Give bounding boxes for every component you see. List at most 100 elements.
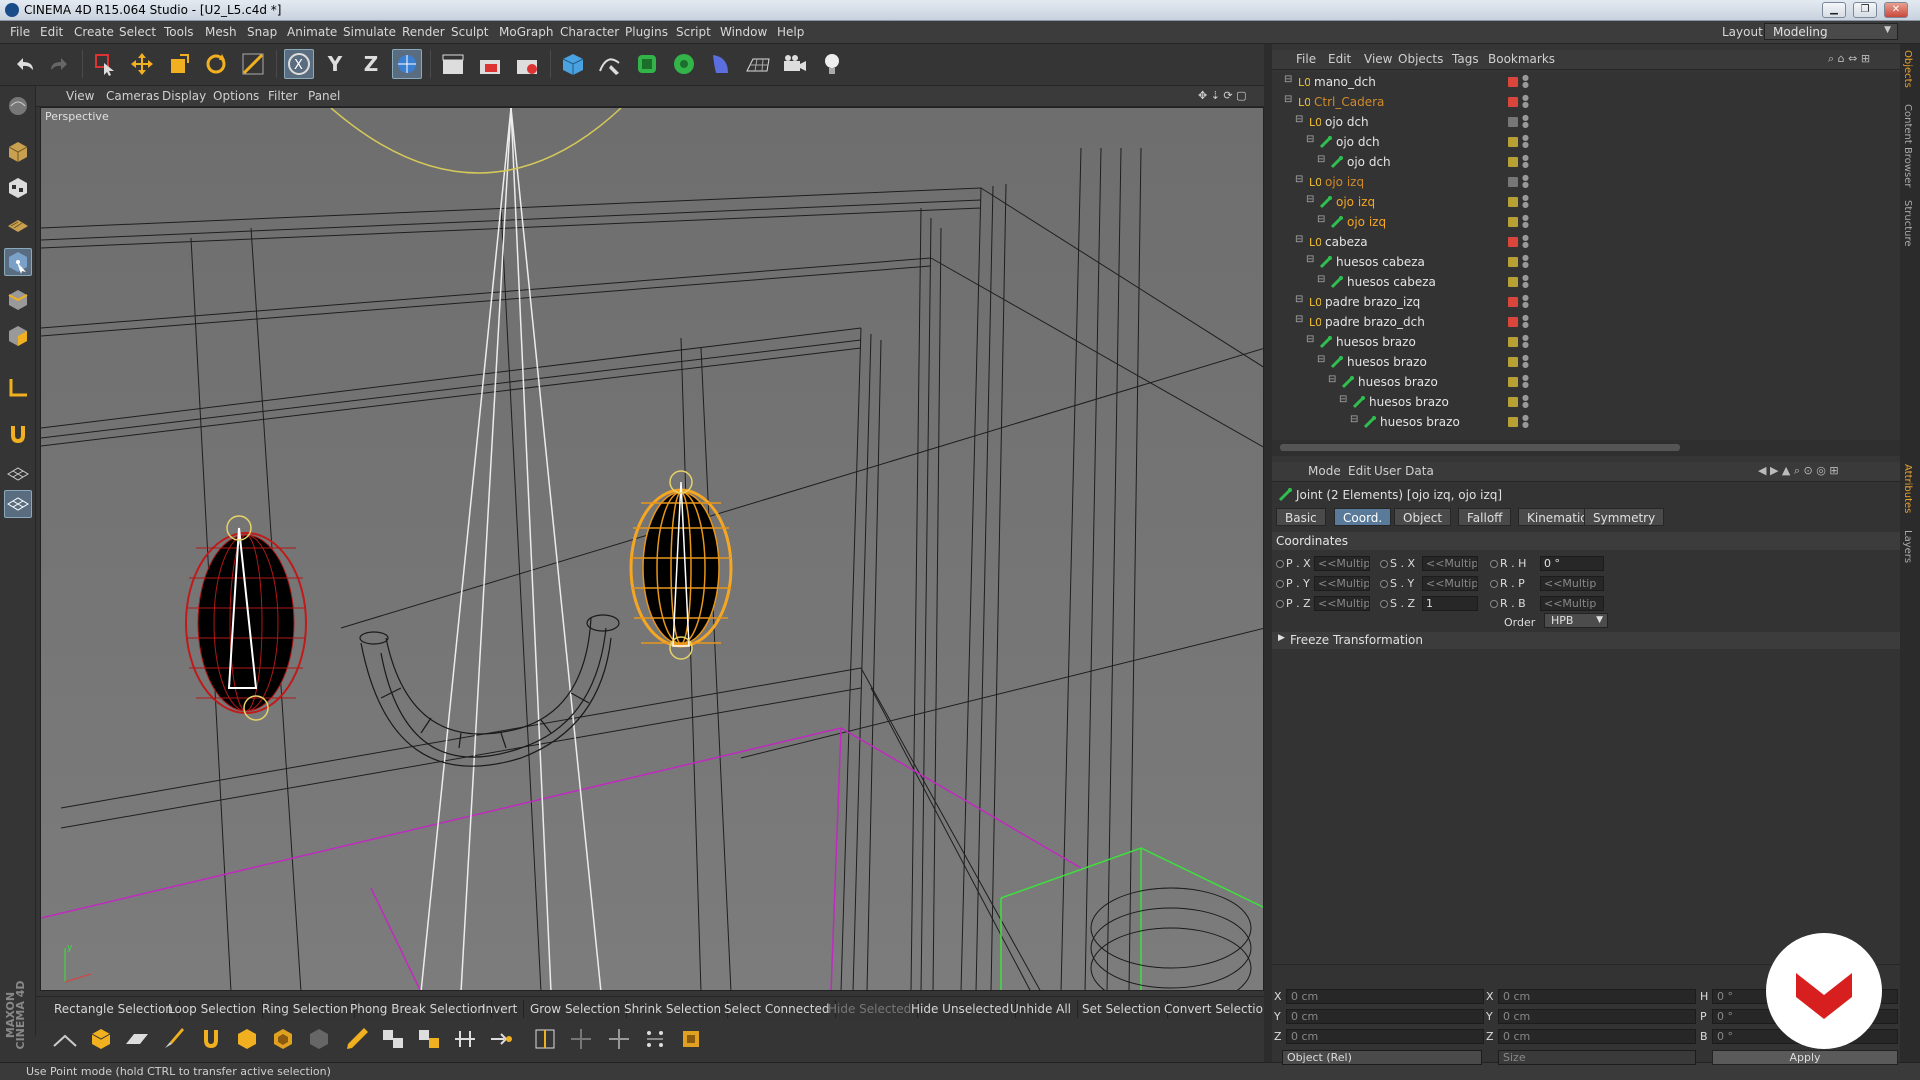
pz-animate-toggle[interactable] [1276,600,1284,608]
tree-row[interactable]: ⊟ L0 cabeza ● ● [1272,232,1890,252]
menu-tools[interactable]: Tools [164,25,194,39]
weld-button[interactable] [486,1024,516,1054]
rectangle-selection-button[interactable]: Rectangle Selection [48,1000,180,1018]
layer-color-swatch[interactable] [1508,297,1518,307]
expand-toggle-icon[interactable]: ⊟ [1284,94,1292,105]
menu-snap[interactable]: Snap [247,25,277,39]
slide-button[interactable] [450,1024,480,1054]
polygon-group-button[interactable] [676,1024,706,1054]
bevel-button[interactable] [232,1024,262,1054]
floor-button[interactable] [743,49,773,79]
unhide-all-button[interactable]: Unhide All [1004,1000,1079,1018]
menu-plugins[interactable]: Plugins [625,25,668,39]
visibility-dots-icon[interactable]: ● ● [1522,254,1529,269]
cloner-button[interactable] [669,49,699,79]
layer-color-swatch[interactable] [1508,257,1518,267]
visibility-dots-icon[interactable]: ● ● [1522,94,1529,109]
cm-mode-dropdown[interactable]: Object (Rel) [1282,1050,1482,1065]
redo-button[interactable] [44,49,74,79]
make-editable-button[interactable] [4,92,32,120]
extrude-button[interactable] [86,1024,116,1054]
expand-toggle-icon[interactable]: ⊟ [1306,194,1314,205]
menu-animate[interactable]: Animate [287,25,337,39]
om-menu-file[interactable]: File [1296,52,1316,66]
maximize-button[interactable]: ❐ [1853,2,1877,18]
expand-toggle-icon[interactable]: ⊟ [1295,314,1303,325]
layer-color-swatch[interactable] [1508,97,1518,107]
layer-color-swatch[interactable] [1508,397,1518,407]
expand-toggle-icon[interactable]: ⊟ [1295,174,1303,185]
px-field[interactable]: <<Multip [1314,556,1370,571]
polygons-mode-button[interactable] [4,322,32,350]
subdivision-surface-button[interactable] [632,49,662,79]
tree-row[interactable]: ⊟ huesos brazo ● ● [1272,332,1890,352]
optimize-button[interactable] [640,1024,670,1054]
snap-button[interactable] [4,420,32,448]
expand-toggle-icon[interactable]: ⊟ [1350,414,1358,425]
texture-mode-button[interactable] [4,174,32,202]
layer-color-swatch[interactable] [1508,117,1518,127]
menu-create[interactable]: Create [74,25,114,39]
visibility-dots-icon[interactable]: ● ● [1522,274,1529,289]
tree-row[interactable]: ⊟ huesos brazo ● ● [1272,352,1890,372]
scale-tool-button[interactable] [164,49,194,79]
workplane-mode-button[interactable] [4,210,32,238]
render-settings-button[interactable] [512,49,542,79]
select-connected-button[interactable]: Select Connected [718,1000,837,1018]
expand-toggle-icon[interactable]: ⊟ [1306,334,1314,345]
rp-field[interactable]: <<Multip [1540,576,1604,591]
x-axis-lock-button[interactable]: X [284,49,314,79]
visibility-dots-icon[interactable]: ● ● [1522,294,1529,309]
convert-selection-button[interactable]: Convert Selection [1158,1000,1278,1018]
rp-animate-toggle[interactable] [1490,580,1498,588]
tab-falloff[interactable]: Falloff [1458,508,1512,526]
viewport-menu-cameras[interactable]: Cameras [106,89,159,103]
tree-row[interactable]: ⊟ huesos brazo ● ● [1272,372,1890,392]
visibility-dots-icon[interactable]: ● ● [1522,214,1529,229]
layout-dropdown[interactable]: Modeling ▼ [1764,23,1898,40]
close-button[interactable]: ✕ [1884,2,1908,18]
menu-window[interactable]: Window [720,25,767,39]
pz-field[interactable]: <<Multip [1314,596,1370,611]
layer-color-swatch[interactable] [1508,137,1518,147]
viewport-menu-display[interactable]: Display [162,89,206,103]
hide-selected-button[interactable]: Hide Selected [822,1000,919,1018]
attr-nav-icons[interactable]: ◀ ▶ ▲ ⌕ ⊙ ◎ ⊞ [1758,464,1839,478]
cm-size-dropdown[interactable]: Size [1498,1050,1696,1065]
om-menu-view[interactable]: View [1364,52,1392,66]
tab-symmetry[interactable]: Symmetry [1584,508,1665,526]
hide-unselected-button[interactable]: Hide Unselected [905,1000,1017,1018]
menu-render[interactable]: Render [402,25,445,39]
invert-button[interactable]: Invert [476,1000,525,1018]
py-field[interactable]: <<Multip [1314,576,1370,591]
viewport-menu-view[interactable]: View [66,89,94,103]
panel-splitter[interactable] [1264,44,1272,1062]
menu-simulate[interactable]: Simulate [343,25,396,39]
layer-color-swatch[interactable] [1508,77,1518,87]
sx-field[interactable]: <<Multip [1422,556,1478,571]
extrude-inner-button[interactable] [268,1024,298,1054]
tree-row[interactable]: ⊟ L0 ojo izq ● ● [1272,172,1890,192]
layer-color-swatch[interactable] [1508,237,1518,247]
viewport-menu-options[interactable]: Options [213,89,259,103]
expand-toggle-icon[interactable]: ⊟ [1295,294,1303,305]
cube-object-button[interactable] [558,49,588,79]
expand-toggle-icon[interactable]: ⊟ [1295,234,1303,245]
spline-pen-button[interactable] [595,49,625,79]
expand-toggle-icon[interactable]: ⊟ [1295,114,1303,125]
light-button[interactable] [817,49,847,79]
menu-help[interactable]: Help [777,25,804,39]
undo-button[interactable] [10,49,40,79]
rb-animate-toggle[interactable] [1490,600,1498,608]
px-animate-toggle[interactable] [1276,560,1284,568]
menu-select[interactable]: Select [119,25,156,39]
layer-color-swatch[interactable] [1508,377,1518,387]
order-dropdown[interactable]: HPB ▼ [1544,613,1608,628]
coordinate-system-button[interactable] [392,49,422,79]
rh-field[interactable]: 0 ° [1540,556,1604,571]
cm-size-z[interactable]: 0 cm [1498,1029,1696,1044]
tree-row[interactable]: ⊟ ojo izq ● ● [1272,212,1890,232]
recent-tools-button[interactable] [238,49,268,79]
loop-selection-button[interactable]: Loop Selection [162,1000,263,1018]
cm-position-y[interactable]: 0 cm [1286,1009,1484,1024]
